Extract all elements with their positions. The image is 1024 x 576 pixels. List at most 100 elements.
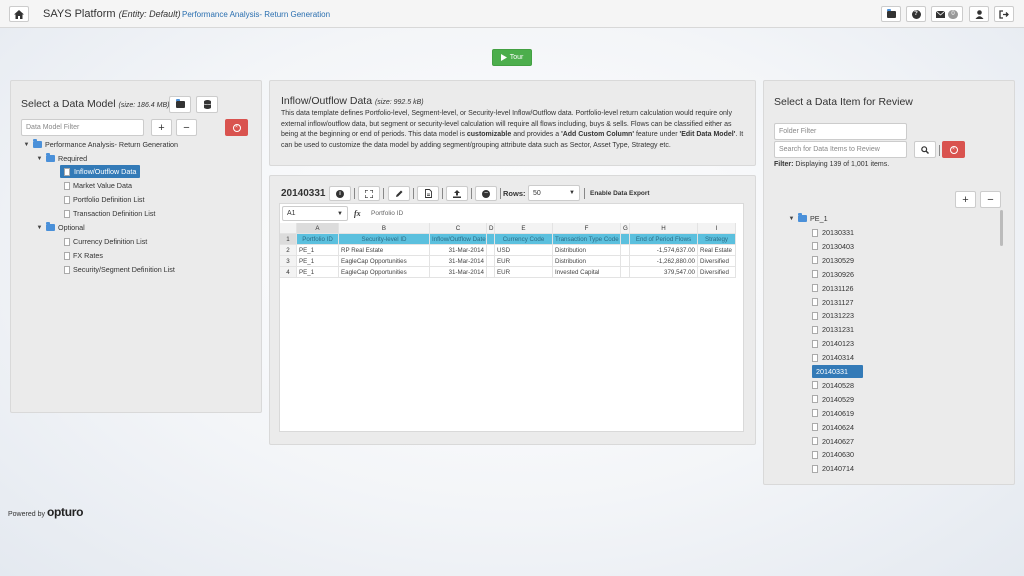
folder-filter-input[interactable]: Folder Filter [774, 123, 907, 140]
row-header[interactable]: 1 [280, 234, 297, 245]
expand-all-button[interactable]: + [955, 191, 976, 208]
header-cell[interactable]: Currency Code [495, 234, 553, 245]
column-header[interactable]: B [339, 223, 430, 234]
header-cell[interactable]: End of Period Flows [630, 234, 698, 245]
data-item[interactable]: 20130403 [812, 240, 854, 253]
data-cell[interactable]: -1,574,637.00 [630, 245, 698, 256]
tree-item-selected[interactable]: Inflow/Outflow Data [60, 165, 141, 178]
data-cell[interactable]: Distribution [553, 256, 621, 267]
tree-item[interactable]: FX Rates [64, 249, 103, 262]
enable-export-toggle[interactable]: Enable Data Export [590, 190, 650, 197]
collapse-all-button[interactable]: − [176, 119, 197, 136]
tree-item[interactable]: Security/Segment Definition List [64, 263, 175, 276]
data-cell[interactable]: 31-Mar-2014 [430, 245, 487, 256]
data-cell[interactable]: Invested Capital [553, 267, 621, 278]
clear-search-button[interactable]: × [942, 141, 965, 158]
open-folder-button[interactable] [169, 96, 191, 113]
data-cell[interactable]: EUR [495, 256, 553, 267]
folder-button[interactable] [881, 6, 901, 22]
collapse-all-button[interactable]: − [980, 191, 1001, 208]
data-item[interactable]: 20131231 [812, 323, 854, 336]
info-button[interactable]: i [329, 186, 351, 201]
data-cell[interactable]: PE_1 [297, 256, 339, 267]
cell-reference-box[interactable]: A1 ▼ [282, 206, 348, 221]
scrollbar[interactable] [1000, 210, 1003, 246]
tree-item[interactable]: Currency Definition List [64, 235, 147, 248]
data-cell[interactable] [487, 267, 495, 278]
data-item[interactable]: 20130926 [812, 268, 854, 281]
help-button[interactable]: ? [906, 6, 926, 22]
column-header[interactable]: A [297, 223, 339, 234]
fullscreen-button[interactable] [358, 186, 380, 201]
data-item[interactable]: 20140624 [812, 421, 854, 434]
data-item[interactable]: 20140627 [812, 435, 854, 448]
data-item[interactable]: 20140630 [812, 448, 854, 461]
expand-all-button[interactable]: + [151, 119, 172, 136]
column-header[interactable]: C [430, 223, 487, 234]
data-cell[interactable] [621, 256, 630, 267]
data-cell[interactable] [621, 245, 630, 256]
clear-filter-button[interactable]: × [225, 119, 248, 136]
row-header[interactable]: 4 [280, 267, 297, 278]
data-item[interactable]: 20140123 [812, 337, 854, 350]
header-cell[interactable]: Security-level ID [339, 234, 430, 245]
column-header[interactable]: F [553, 223, 621, 234]
data-cell[interactable]: Distribution [553, 245, 621, 256]
data-item[interactable]: 20131127 [812, 296, 853, 309]
column-header[interactable]: D [487, 223, 495, 234]
data-cell[interactable] [621, 267, 630, 278]
tree-group-required[interactable]: ▼ Required [36, 152, 87, 165]
data-item-search-input[interactable]: Search for Data Items to Review [774, 141, 907, 158]
header-cell[interactable]: Transaction Type Code [553, 234, 621, 245]
tree-root[interactable]: ▼ PE_1 [788, 212, 828, 225]
header-cell[interactable] [621, 234, 630, 245]
data-cell[interactable]: 31-Mar-2014 [430, 256, 487, 267]
remove-button[interactable]: − [475, 186, 497, 201]
column-header[interactable]: E [495, 223, 553, 234]
corner-cell[interactable] [280, 223, 297, 234]
sheet-grid[interactable]: A B C D E F G H I 1 Portfolio ID Security-level ID I… [280, 223, 743, 283]
column-header[interactable]: I [698, 223, 736, 234]
data-item[interactable]: 20130331 [812, 226, 854, 239]
data-item[interactable]: 20130529 [812, 254, 854, 267]
rows-select[interactable]: 50 ▼ [528, 185, 580, 201]
database-button[interactable] [196, 96, 218, 113]
data-model-filter-input[interactable]: Data Model Filter [21, 119, 144, 136]
tree-item[interactable]: Transaction Definition List [64, 207, 155, 220]
data-item[interactable]: 20131223 [812, 309, 854, 322]
upload-button[interactable] [446, 186, 468, 201]
data-cell[interactable]: 379,547.00 [630, 267, 698, 278]
logout-button[interactable] [994, 6, 1014, 22]
tree-item[interactable]: Portfolio Definition List [64, 193, 145, 206]
data-cell[interactable]: PE_1 [297, 267, 339, 278]
row-header[interactable]: 2 [280, 245, 297, 256]
header-cell[interactable] [487, 234, 495, 245]
data-item[interactable]: 20140619 [812, 407, 854, 420]
tree-item[interactable]: Market Value Data [64, 179, 132, 192]
tour-button[interactable]: Tour [492, 49, 532, 66]
spreadsheet[interactable]: A1 ▼ fx Portfolio ID A B C D E F G H I 1 Portfolio… [279, 203, 744, 432]
data-cell[interactable] [487, 256, 495, 267]
edit-button[interactable] [388, 186, 410, 201]
tree-root[interactable]: ▼ Performance Analysis- Return Generatio… [23, 138, 178, 151]
data-cell[interactable]: RP Real Estate [339, 245, 430, 256]
data-cell[interactable]: 31-Mar-2014 [430, 267, 487, 278]
data-cell[interactable]: EagleCap Opportunities [339, 267, 430, 278]
document-button[interactable] [417, 186, 439, 201]
data-cell[interactable]: EUR [495, 267, 553, 278]
tree-group-optional[interactable]: ▼ Optional [36, 221, 85, 234]
data-item[interactable]: 20140529 [812, 393, 854, 406]
data-cell[interactable]: USD [495, 245, 553, 256]
data-cell[interactable]: Diversified [698, 267, 736, 278]
data-item[interactable]: 20140314 [812, 351, 854, 364]
data-cell[interactable]: -1,262,880.00 [630, 256, 698, 267]
data-item[interactable]: 20140528 [812, 379, 854, 392]
header-cell[interactable]: Portfolio ID [297, 234, 339, 245]
data-cell[interactable] [487, 245, 495, 256]
data-item[interactable]: 20140331 [812, 365, 863, 378]
tree-item[interactable]: Inflow/Outflow Data [60, 165, 141, 178]
data-item[interactable]: 20140714 [812, 462, 854, 475]
header-cell[interactable]: Strategy [698, 234, 736, 245]
data-cell[interactable]: PE_1 [297, 245, 339, 256]
row-header[interactable]: 3 [280, 256, 297, 267]
